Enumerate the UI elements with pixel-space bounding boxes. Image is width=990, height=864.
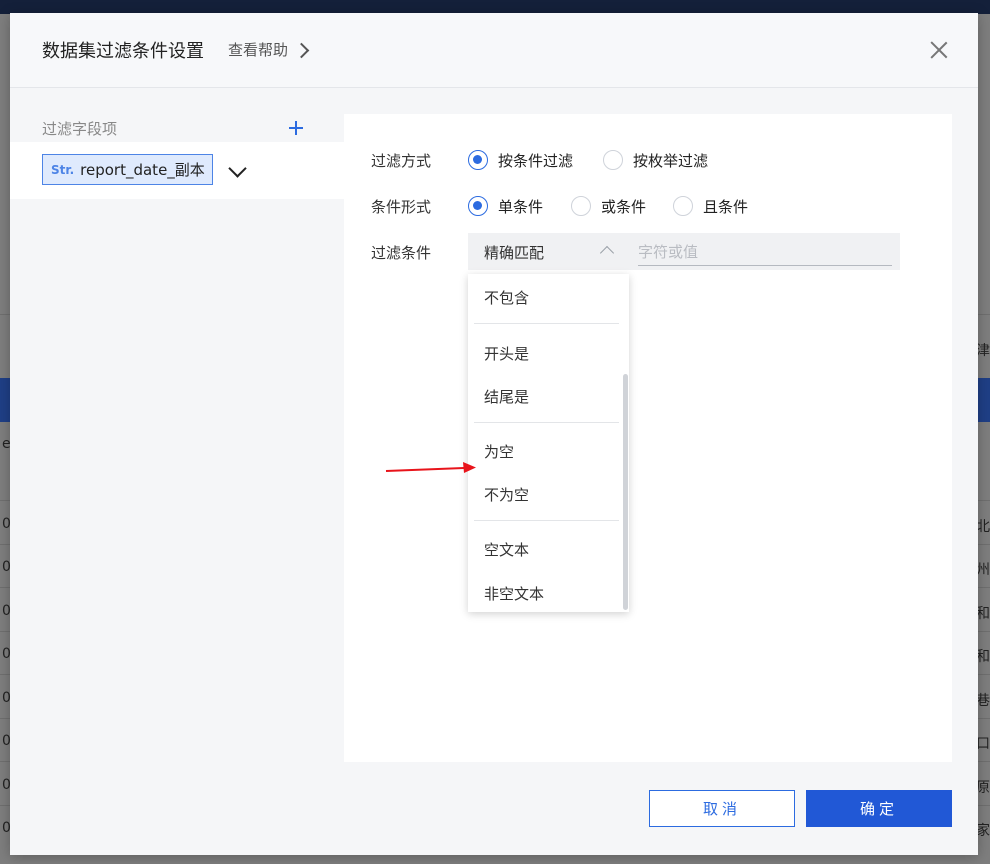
dropdown-option[interactable]: 开头是 — [484, 343, 529, 364]
chevron-up-icon — [599, 245, 615, 261]
background-cell: 津 — [976, 343, 990, 359]
dropdown-option[interactable]: 为空 — [484, 441, 514, 462]
field-name: report_date_副本 — [80, 161, 205, 179]
background-cell: 巷 — [976, 693, 990, 709]
dropdown-divider — [474, 520, 619, 521]
condition-form-label: 条件形式 — [371, 197, 432, 216]
background-top-bar — [0, 0, 990, 14]
filter-field-panel: 过滤字段项 Str. report_date_副本 — [10, 88, 344, 788]
condition-value-input[interactable] — [638, 239, 892, 266]
match-type-select[interactable]: 精确匹配 — [468, 233, 628, 270]
filter-condition-box: 精确匹配 — [468, 233, 900, 270]
dialog-header: 数据集过滤条件设置 查看帮助 — [10, 13, 978, 88]
background-cell: 口 — [976, 736, 990, 752]
match-type-value: 精确匹配 — [484, 244, 545, 262]
radio-by-enum[interactable]: 按枚举过滤 — [603, 150, 708, 171]
dropdown-option[interactable]: 空文本 — [484, 539, 529, 560]
radio-unchecked-icon — [571, 196, 591, 216]
filter-settings-dialog: 数据集过滤条件设置 查看帮助 过滤字段项 Str. report_date_副本… — [10, 13, 978, 855]
add-field-icon[interactable] — [289, 121, 303, 135]
radio-single-condition[interactable]: 单条件 — [468, 196, 543, 217]
background-cell: 家 — [976, 823, 990, 839]
background-cell: 州 — [976, 562, 990, 578]
help-link[interactable]: 查看帮助 — [228, 39, 310, 60]
dropdown-option[interactable]: 结尾是 — [484, 386, 529, 407]
background-cell: 和 — [976, 649, 990, 665]
dropdown-divider — [474, 323, 619, 324]
radio-checked-icon — [468, 150, 488, 170]
dialog-title: 数据集过滤条件设置 — [42, 41, 204, 62]
radio-checked-icon — [468, 196, 488, 216]
radio-label: 且条件 — [703, 197, 749, 216]
radio-or-condition[interactable]: 或条件 — [571, 196, 646, 217]
radio-unchecked-icon — [603, 150, 623, 170]
dropdown-option[interactable]: 不包含 — [484, 287, 529, 308]
condition-form-row: 条件形式 单条件 或条件 且条件 — [344, 191, 952, 221]
background-cell: 和 — [976, 606, 990, 622]
radio-label: 按枚举过滤 — [633, 151, 709, 170]
radio-label: 或条件 — [601, 197, 647, 216]
filter-method-row: 过滤方式 按条件过滤 按枚举过滤 — [344, 145, 952, 175]
radio-label: 单条件 — [498, 197, 544, 216]
help-link-label: 查看帮助 — [228, 41, 289, 59]
field-list-item[interactable]: Str. report_date_副本 — [10, 142, 344, 199]
dropdown-option[interactable]: 不为空 — [484, 484, 529, 505]
chevron-right-icon — [293, 42, 310, 58]
filter-method-label: 过滤方式 — [371, 151, 432, 170]
background-cell: 北 — [976, 519, 990, 535]
filter-condition-label: 过滤条件 — [371, 244, 432, 262]
chevron-down-icon[interactable] — [228, 159, 247, 178]
dropdown-divider — [474, 422, 619, 423]
annotation-arrow-icon — [385, 462, 476, 473]
radio-by-condition[interactable]: 按条件过滤 — [468, 150, 573, 171]
radio-label: 按条件过滤 — [498, 151, 574, 170]
background-cell: 原 — [976, 780, 990, 796]
close-icon[interactable] — [930, 41, 948, 59]
dropdown-option[interactable]: 非空文本 — [484, 583, 544, 604]
radio-unchecked-icon — [673, 196, 693, 216]
dropdown-scrollbar[interactable] — [623, 374, 628, 610]
field-type-tag: Str. — [51, 162, 75, 177]
match-type-dropdown: 不包含 开头是 结尾是 为空 不为空 空文本 非空文本 — [468, 274, 629, 612]
confirm-button[interactable]: 确定 — [806, 790, 952, 827]
cancel-button[interactable]: 取消 — [649, 790, 795, 827]
field-chip[interactable]: Str. report_date_副本 — [42, 154, 213, 185]
filter-config-panel: 过滤方式 按条件过滤 按枚举过滤 条件形式 单条件 或条件 且条件 过滤条件 精… — [344, 114, 952, 762]
radio-and-condition[interactable]: 且条件 — [673, 196, 748, 217]
field-list-title: 过滤字段项 — [42, 120, 118, 138]
